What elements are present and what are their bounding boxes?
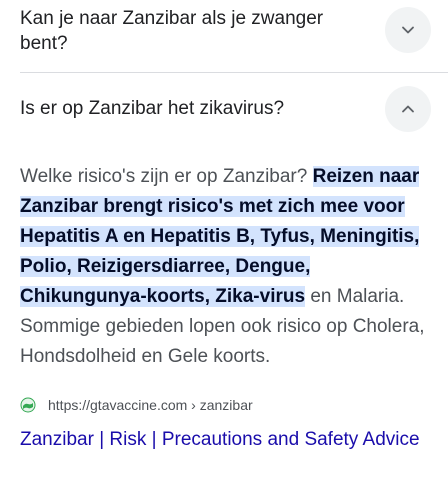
faq-item-1[interactable]: Kan je naar Zanzibar als je zwanger bent… <box>20 0 448 72</box>
chevron-down-icon <box>402 26 414 34</box>
source-url[interactable]: https://gtavaccine.com › zanzibar <box>48 397 253 413</box>
faq-question-2: Is er op Zanzibar het zikavirus? <box>20 98 285 119</box>
faq-divider <box>20 72 448 73</box>
faq-item-2[interactable]: Is er op Zanzibar het zikavirus? <box>20 86 448 132</box>
expand-button-1[interactable] <box>385 7 431 53</box>
chevron-up-icon <box>402 105 414 113</box>
source-title-link[interactable]: Zanzibar | Risk | Precautions and Safety… <box>20 424 430 455</box>
globe-favicon-icon <box>20 397 36 413</box>
faq-question-1: Kan je naar Zanzibar als je zwanger bent… <box>20 8 324 54</box>
faq-answer: Welke risico's zijn er op Zanzibar? Reiz… <box>20 162 430 372</box>
answer-intro: Welke risico's zijn er op Zanzibar? <box>20 166 313 187</box>
source-attribution[interactable]: https://gtavaccine.com › zanzibar <box>20 397 253 413</box>
collapse-button-2[interactable] <box>385 86 431 132</box>
